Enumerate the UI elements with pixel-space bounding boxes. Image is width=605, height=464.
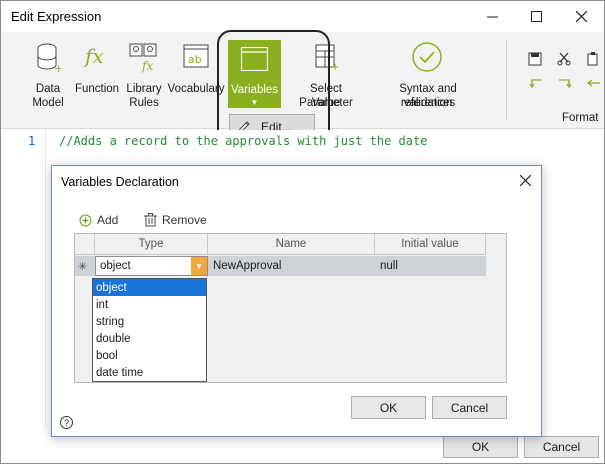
dialog-ok-button[interactable]: OK: [351, 396, 426, 419]
undo-arrow-icon[interactable]: [528, 77, 544, 89]
svg-text:fx: fx: [141, 59, 153, 73]
add-circle-icon: [79, 214, 92, 226]
dialog-cancel-button[interactable]: Cancel: [432, 396, 507, 419]
column-header-type[interactable]: Type: [95, 234, 208, 255]
grid-row-header-corner: [75, 234, 95, 255]
type-option-double[interactable]: double: [93, 330, 206, 347]
type-combobox-value: object: [100, 260, 131, 272]
type-option-string[interactable]: string: [93, 313, 206, 330]
data-model-label-2: Model: [32, 97, 64, 109]
function-fx-icon: fx: [83, 44, 104, 68]
title-bar: Edit Expression: [1, 1, 604, 32]
code-line: //Adds a record to the approvals with ju…: [59, 134, 428, 148]
line-number: 1: [28, 134, 36, 148]
vocabulary-icon: ab: [183, 44, 209, 68]
add-label: Add: [97, 213, 119, 227]
minimize-button[interactable]: [473, 1, 511, 32]
library-rules-label-1: Library: [126, 83, 162, 95]
library-rules-icon: fx: [129, 43, 157, 73]
library-rules-label-2: Rules: [129, 97, 159, 109]
function-label: Function: [74, 83, 120, 95]
dropdown-arrow-icon[interactable]: ▼: [191, 257, 207, 275]
dialog-title: Variables Declaration: [61, 175, 179, 189]
column-header-initial-value[interactable]: Initial value: [375, 234, 486, 255]
trash-icon: [144, 213, 157, 227]
ribbon-separator: [506, 39, 507, 119]
cut-icon[interactable]: [557, 52, 571, 66]
remove-variable-button[interactable]: Remove: [144, 213, 207, 227]
save-icon[interactable]: [528, 52, 542, 66]
dialog-close-icon[interactable]: [520, 175, 531, 186]
remove-label: Remove: [162, 213, 207, 227]
svg-text:+: +: [54, 62, 61, 73]
edit-expression-window: Edit Expression + Data Model fx Function…: [0, 0, 605, 464]
paste-icon[interactable]: [586, 52, 600, 66]
ok-button[interactable]: OK: [443, 436, 518, 458]
help-icon[interactable]: ?: [60, 416, 73, 429]
new-row-marker-icon: ✳: [78, 260, 88, 273]
svg-text:fx: fx: [83, 44, 104, 68]
type-option-object[interactable]: object: [93, 279, 206, 296]
variables-declaration-dialog: Variables Declaration Add Remove Type Na…: [51, 165, 542, 437]
type-option-bool[interactable]: bool: [93, 347, 206, 364]
close-icon: [575, 11, 587, 22]
maximize-button[interactable]: [517, 1, 555, 32]
data-model-label-1: Data: [35, 83, 61, 95]
svg-text:+: +: [331, 62, 339, 71]
outdent-arrow-icon[interactable]: [586, 77, 602, 89]
indent-arrow-icon[interactable]: [557, 77, 573, 89]
type-dropdown-list: object int string double bool date time: [92, 278, 207, 382]
close-button[interactable]: [562, 1, 600, 32]
variable-initial-value-cell[interactable]: null: [375, 256, 486, 276]
database-icon: +: [37, 43, 61, 73]
add-variable-button[interactable]: Add: [79, 213, 118, 227]
syntax-label-2: validation: [403, 97, 453, 109]
format-group-label: Format: [562, 112, 599, 124]
svg-text:ab: ab: [188, 53, 202, 66]
line-number-gutter: 1: [2, 130, 46, 426]
cancel-button[interactable]: Cancel: [524, 436, 599, 458]
checkmark-circle-icon: [412, 42, 442, 72]
type-combobox[interactable]: object ▼: [95, 256, 208, 276]
window-title: Edit Expression: [11, 9, 102, 24]
minimize-icon: [486, 16, 498, 18]
type-option-date-time[interactable]: date time: [93, 364, 206, 381]
variable-name-cell[interactable]: NewApproval: [208, 256, 375, 276]
type-option-int[interactable]: int: [93, 296, 206, 313]
maximize-icon: [530, 11, 542, 22]
column-header-name[interactable]: Name: [208, 234, 375, 255]
